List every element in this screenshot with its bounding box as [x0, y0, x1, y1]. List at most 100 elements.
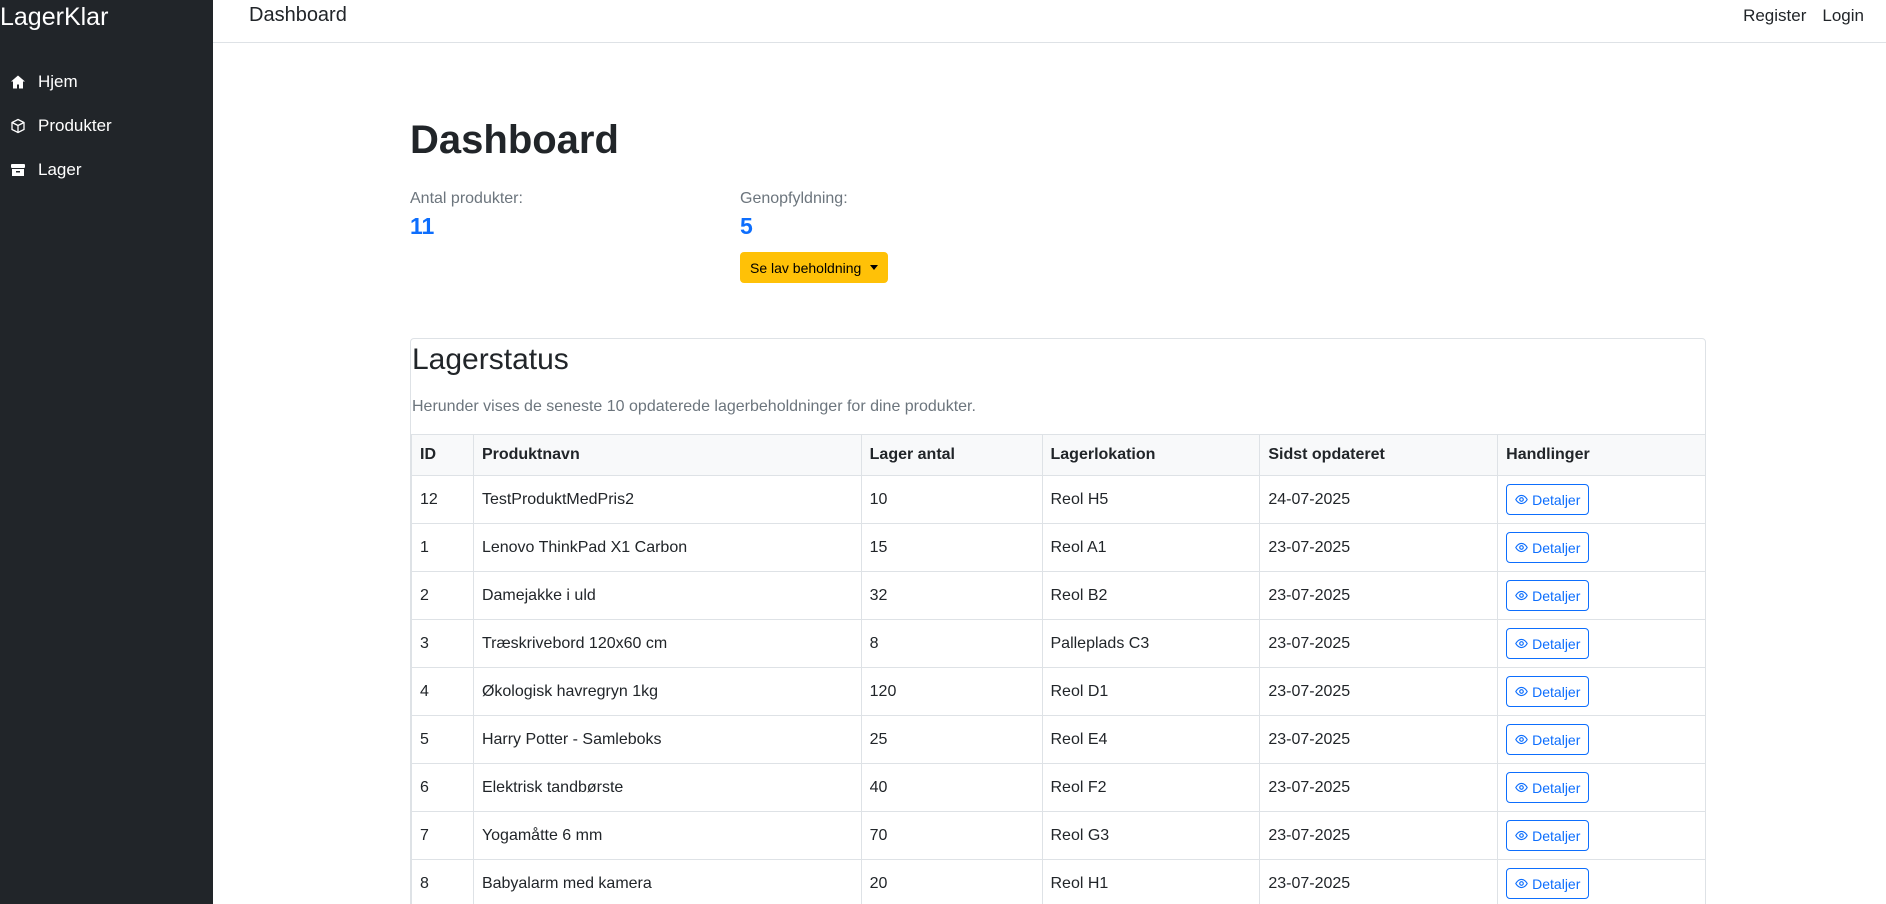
- brand-logo[interactable]: LagerKlar: [0, 0, 213, 35]
- cell-product-name: Lenovo ThinkPad X1 Carbon: [472, 523, 862, 572]
- eye-icon: [1515, 829, 1532, 842]
- cell-product-name: Træskrivebord 120x60 cm: [472, 619, 862, 668]
- cell-id: 5: [411, 715, 474, 764]
- details-button[interactable]: Detaljer: [1506, 580, 1590, 611]
- eye-icon: [1515, 733, 1532, 746]
- details-button[interactable]: Detaljer: [1506, 724, 1590, 755]
- cell-id: 6: [411, 763, 474, 812]
- table-row: 1 Lenovo ThinkPad X1 Carbon 15 Reol A1 23-07…: [411, 523, 1705, 572]
- cell-qty: 8: [860, 619, 1043, 668]
- cell-actions: Detaljer: [1497, 811, 1705, 860]
- cell-product-name: TestProduktMedPris2: [472, 475, 862, 524]
- cell-id: 1: [411, 523, 474, 572]
- table-row: 8 Babyalarm med kamera 20 Reol H1 23-07-2025…: [411, 859, 1705, 904]
- eye-icon: [1515, 589, 1532, 602]
- cell-actions: Detaljer: [1497, 523, 1705, 572]
- column-header-updated: Sidst opdateret: [1259, 434, 1499, 476]
- cell-location: Palleplads C3: [1041, 619, 1261, 668]
- cell-id: 12: [411, 475, 474, 524]
- register-link[interactable]: Register: [1743, 6, 1806, 26]
- eye-icon: [1515, 637, 1532, 650]
- cell-id: 4: [411, 667, 474, 716]
- table-row: 4 Økologisk havregryn 1kg 120 Reol D1 23-07-…: [411, 667, 1705, 716]
- cell-updated: 24-07-2025: [1259, 475, 1499, 524]
- cell-updated: 23-07-2025: [1259, 667, 1499, 716]
- table-row: 5 Harry Potter - Samleboks 25 Reol E4 23-07-…: [411, 715, 1705, 764]
- sidebar-item-label: Produkter: [38, 116, 112, 135]
- cell-location: Reol E4: [1041, 715, 1261, 764]
- cell-actions: Detaljer: [1497, 667, 1705, 716]
- card-title: Lagerstatus: [412, 343, 569, 376]
- eye-icon: [1515, 541, 1532, 554]
- details-button[interactable]: Detaljer: [1506, 628, 1590, 659]
- stat-label: Antal produkter:: [410, 190, 523, 207]
- stat-label: Genopfyldning:: [740, 190, 848, 207]
- cell-actions: Detaljer: [1497, 715, 1705, 764]
- cell-product-name: Damejakke i uld: [472, 571, 862, 620]
- details-button-label: Detaljer: [1532, 779, 1581, 796]
- stock-table: ID Produktnavn Lager antal Lagerlokation…: [411, 434, 1705, 904]
- details-button[interactable]: Detaljer: [1506, 772, 1590, 803]
- cell-location: Reol F2: [1041, 763, 1261, 812]
- eye-icon: [1515, 781, 1532, 794]
- cell-id: 2: [411, 571, 474, 620]
- cell-product-name: Yogamåtte 6 mm: [472, 811, 862, 860]
- column-header-actions: Handlinger: [1497, 434, 1705, 476]
- column-header-qty: Lager antal: [860, 434, 1043, 476]
- cell-id: 8: [411, 859, 474, 904]
- archive-icon: [9, 161, 27, 179]
- cell-updated: 23-07-2025: [1259, 811, 1499, 860]
- cell-product-name: Elektrisk tandbørste: [472, 763, 862, 812]
- details-button-label: Detaljer: [1532, 635, 1581, 652]
- sidebar-nav: Hjem Produkter Lager: [0, 60, 213, 192]
- cell-updated: 23-07-2025: [1259, 859, 1499, 904]
- cell-actions: Detaljer: [1497, 475, 1705, 524]
- details-button[interactable]: Detaljer: [1506, 820, 1590, 851]
- sidebar-item-produkter[interactable]: Produkter: [0, 104, 213, 148]
- table-row: 7 Yogamåtte 6 mm 70 Reol G3 23-07-2025 Detalj…: [411, 811, 1705, 860]
- cell-qty: 10: [860, 475, 1043, 524]
- cell-location: Reol A1: [1041, 523, 1261, 572]
- page-title: Dashboard: [410, 118, 619, 162]
- card-subtitle: Herunder vises de seneste 10 opdaterede …: [412, 398, 976, 415]
- details-button-label: Detaljer: [1532, 875, 1581, 892]
- stat-value: 5: [740, 213, 753, 239]
- navbar-title: Dashboard: [249, 4, 347, 26]
- cell-updated: 23-07-2025: [1259, 523, 1499, 572]
- cell-id: 3: [411, 619, 474, 668]
- stock-table-body: 12 TestProduktMedPris2 10 Reol H5 24-07-2025…: [411, 475, 1705, 904]
- eye-icon: [1515, 685, 1532, 698]
- cell-qty: 15: [860, 523, 1043, 572]
- sidebar-item-hjem[interactable]: Hjem: [0, 60, 213, 104]
- cell-location: Reol H5: [1041, 475, 1261, 524]
- cell-updated: 23-07-2025: [1259, 763, 1499, 812]
- sidebar-item-label: Lager: [38, 160, 82, 179]
- details-button-label: Detaljer: [1532, 683, 1581, 700]
- details-button[interactable]: Detaljer: [1506, 868, 1590, 899]
- details-button-label: Detaljer: [1532, 539, 1581, 556]
- sidebar-item-lager[interactable]: Lager: [0, 148, 213, 192]
- home-icon: [9, 73, 27, 91]
- login-link[interactable]: Login: [1822, 6, 1864, 26]
- table-row: 3 Træskrivebord 120x60 cm 8 Palleplads C3 23…: [411, 619, 1705, 668]
- sidebar: LagerKlar Hjem Produkter Lager: [0, 0, 213, 904]
- cell-qty: 120: [860, 667, 1043, 716]
- cell-product-name: Babyalarm med kamera: [472, 859, 862, 904]
- cell-updated: 23-07-2025: [1259, 571, 1499, 620]
- cell-location: Reol H1: [1041, 859, 1261, 904]
- table-row: 6 Elektrisk tandbørste 40 Reol F2 23-07-2025…: [411, 763, 1705, 812]
- details-button[interactable]: Detaljer: [1506, 484, 1590, 515]
- cell-qty: 20: [860, 859, 1043, 904]
- stat-product-count: Antal produkter: 11: [410, 190, 523, 240]
- stat-refill-count: Genopfyldning: 5: [740, 190, 848, 240]
- details-button[interactable]: Detaljer: [1506, 676, 1590, 707]
- details-button-label: Detaljer: [1532, 491, 1581, 508]
- eye-icon: [1515, 493, 1532, 506]
- low-stock-dropdown-button[interactable]: Se lav beholdning: [740, 252, 889, 283]
- eye-icon: [1515, 877, 1532, 890]
- cell-updated: 23-07-2025: [1259, 715, 1499, 764]
- details-button[interactable]: Detaljer: [1506, 532, 1590, 563]
- cell-id: 7: [411, 811, 474, 860]
- sidebar-item-label: Hjem: [38, 72, 78, 91]
- cell-actions: Detaljer: [1497, 571, 1705, 620]
